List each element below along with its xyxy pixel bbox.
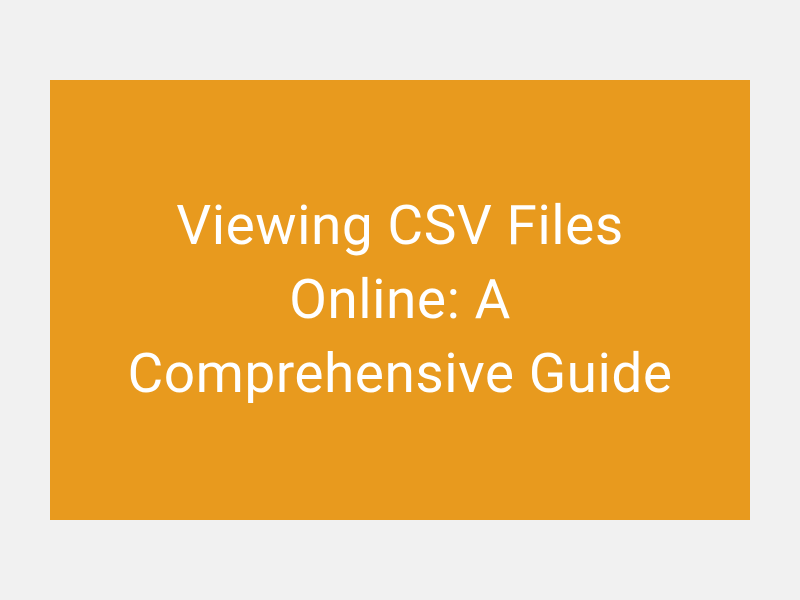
page-title: Viewing CSV Files Online: A Comprehensiv…	[90, 189, 710, 412]
title-banner: Viewing CSV Files Online: A Comprehensiv…	[50, 80, 750, 520]
